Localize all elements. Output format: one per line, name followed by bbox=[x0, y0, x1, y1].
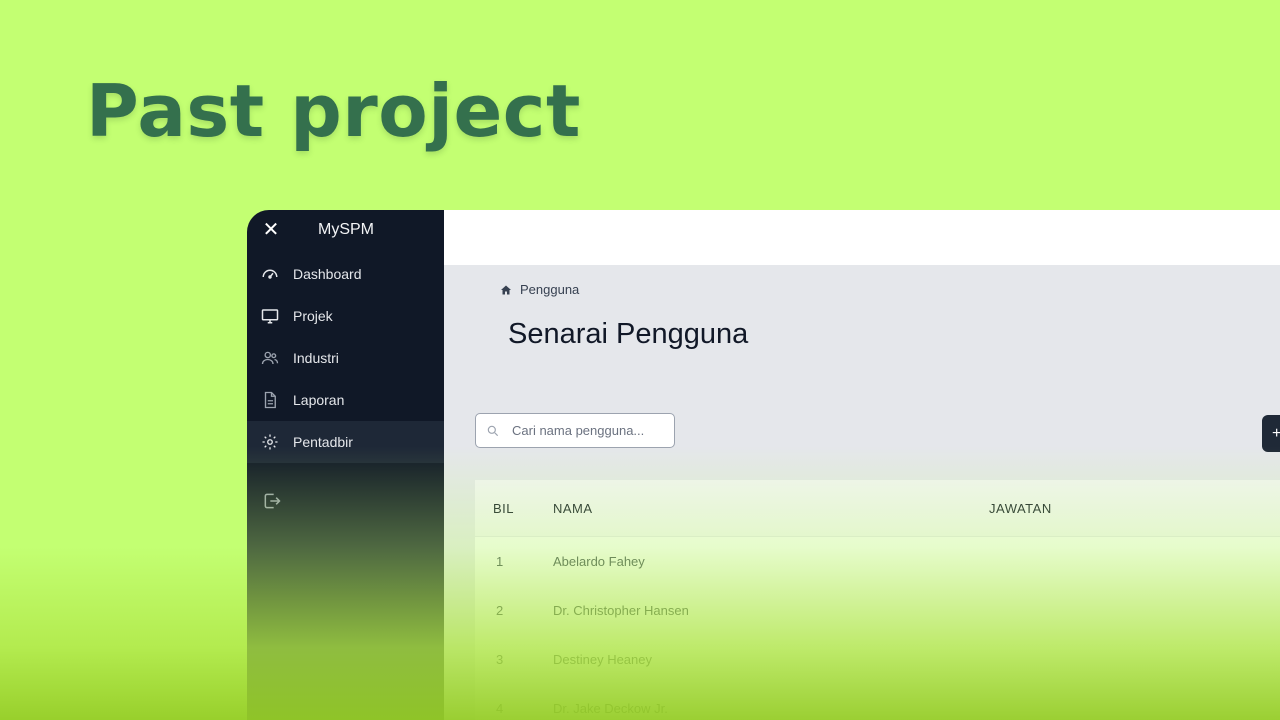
sidebar-item-label: Projek bbox=[293, 308, 333, 324]
sidebar-item-industri[interactable]: Industri bbox=[247, 337, 444, 379]
search-icon bbox=[487, 425, 499, 436]
cell-bil: 3 bbox=[496, 652, 504, 667]
users-icon bbox=[261, 349, 279, 367]
search-box[interactable] bbox=[475, 413, 675, 448]
gear-icon bbox=[261, 433, 279, 451]
sidebar-item-label: Dashboard bbox=[293, 266, 362, 282]
home-icon[interactable] bbox=[500, 284, 512, 296]
close-icon[interactable]: ✕ bbox=[261, 220, 281, 240]
hero-title: Past project bbox=[86, 69, 581, 153]
search-input[interactable] bbox=[510, 422, 664, 439]
table-row[interactable]: 3 Destiney Heaney bbox=[475, 635, 1280, 684]
page-title: Senarai Pengguna bbox=[508, 318, 749, 350]
sidebar-item-laporan[interactable]: Laporan bbox=[247, 379, 444, 421]
sidebar-item-label: Pentadbir bbox=[293, 434, 353, 450]
cell-nama: Dr. Christopher Hansen bbox=[553, 603, 689, 618]
monitor-icon bbox=[261, 307, 279, 325]
gauge-icon bbox=[261, 265, 279, 283]
app-name: MySPM bbox=[318, 221, 374, 238]
sidebar-item-label: Laporan bbox=[293, 392, 345, 408]
column-header-bil[interactable]: BIL bbox=[493, 501, 514, 516]
cell-bil: 2 bbox=[496, 603, 504, 618]
document-icon bbox=[261, 391, 279, 409]
breadcrumb-item[interactable]: Pengguna bbox=[520, 282, 579, 297]
cell-bil: 1 bbox=[496, 554, 504, 569]
table-header: BIL NAMA JAWATAN bbox=[475, 480, 1280, 537]
cell-nama: Destiney Heaney bbox=[553, 652, 652, 667]
table-row[interactable]: 4 Dr. Jake Deckow Jr. bbox=[475, 684, 1280, 720]
sidebar-item-projek[interactable]: Projek bbox=[247, 295, 444, 337]
logout-icon[interactable] bbox=[262, 491, 282, 511]
sidebar-item-pentadbir[interactable]: Pentadbir bbox=[247, 421, 444, 463]
sidebar-item-dashboard[interactable]: Dashboard bbox=[247, 253, 444, 295]
main-content: Pengguna Senarai Pengguna + BIL NAMA JAW… bbox=[444, 265, 1280, 720]
cell-nama: Dr. Jake Deckow Jr. bbox=[553, 701, 668, 716]
breadcrumb: Pengguna bbox=[500, 282, 579, 297]
top-bar bbox=[444, 210, 1280, 265]
add-user-button[interactable]: + bbox=[1262, 415, 1280, 452]
column-header-jawatan[interactable]: JAWATAN bbox=[989, 501, 1052, 516]
sidebar-header: ✕ MySPM bbox=[247, 210, 444, 250]
app-window: ✕ MySPM Dashboard Projek Industri Lapora… bbox=[247, 210, 1280, 720]
users-table: BIL NAMA JAWATAN 1 Abelardo Fahey 2 Dr. … bbox=[475, 480, 1280, 720]
table-row[interactable]: 1 Abelardo Fahey bbox=[475, 537, 1280, 586]
column-header-nama[interactable]: NAMA bbox=[553, 501, 593, 516]
table-row[interactable]: 2 Dr. Christopher Hansen bbox=[475, 586, 1280, 635]
cell-nama: Abelardo Fahey bbox=[553, 554, 645, 569]
sidebar: ✕ MySPM Dashboard Projek Industri Lapora… bbox=[247, 210, 444, 720]
cell-bil: 4 bbox=[496, 701, 504, 716]
sidebar-item-label: Industri bbox=[293, 350, 339, 366]
